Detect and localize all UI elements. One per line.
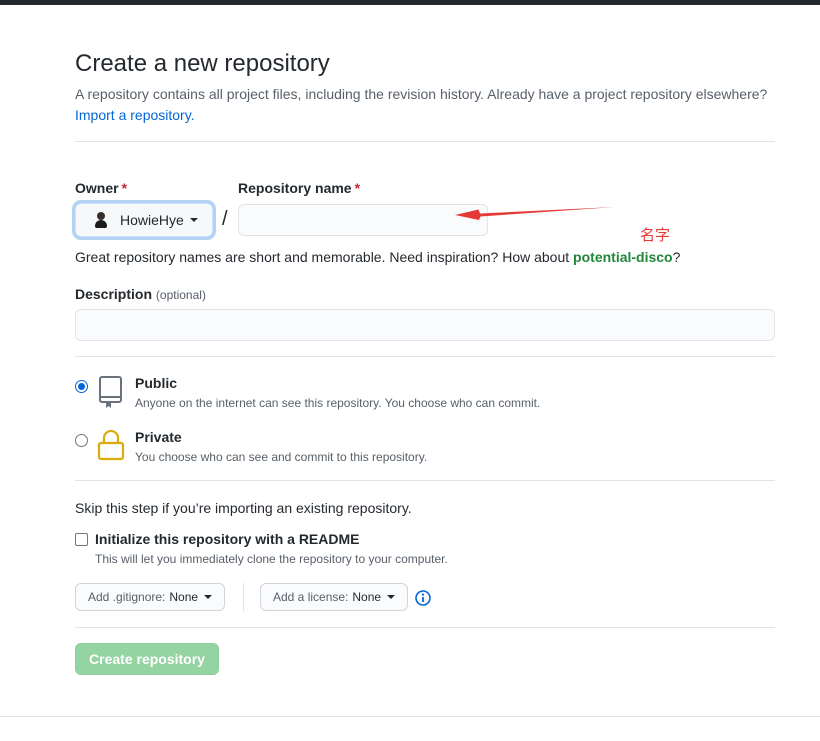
page-subtitle: A repository contains all project files,… [75, 84, 775, 126]
divider [75, 141, 775, 142]
divider [75, 480, 775, 481]
divider [75, 356, 775, 357]
readme-description: This will let you immediately clone the … [95, 552, 448, 566]
skip-step-text: Skip this step if you’re importing an ex… [75, 500, 412, 516]
divider [75, 627, 775, 628]
public-title: Public [135, 375, 178, 391]
owner-dropdown[interactable]: HowieHye [75, 203, 213, 237]
public-description: Anyone on the internet can see this repo… [135, 396, 541, 410]
chevron-down-icon [204, 595, 213, 599]
footer-divider [0, 716, 820, 717]
required-mark: * [121, 180, 128, 196]
repo-icon [99, 376, 122, 408]
create-repository-button[interactable]: Create repository [75, 643, 219, 675]
license-select[interactable]: Add a license: None [260, 583, 409, 611]
public-radio[interactable] [75, 380, 88, 393]
annotation-label: 名字 [640, 227, 671, 244]
name-suggestion[interactable]: potential-disco [573, 249, 673, 265]
info-icon[interactable] [415, 590, 431, 606]
top-bar [0, 0, 820, 5]
private-description: You choose who can see and commit to thi… [135, 450, 428, 464]
required-mark: * [354, 180, 361, 196]
page-title: Create a new repository [75, 50, 330, 77]
private-radio[interactable] [75, 434, 88, 447]
subtitle-text: A repository contains all project files,… [75, 86, 768, 102]
gitignore-select[interactable]: Add .gitignore: None [75, 583, 226, 611]
avatar [94, 212, 108, 228]
description-label: Description (optional) [75, 286, 206, 302]
repository-name-label: Repository name * [238, 180, 361, 196]
chevron-down-icon [387, 595, 396, 599]
private-title: Private [135, 429, 182, 445]
owner-label: Owner * [75, 180, 128, 196]
optional-tag: (optional) [155, 288, 206, 302]
description-input[interactable] [75, 309, 775, 341]
lock-icon [97, 429, 125, 461]
readme-checkbox[interactable] [75, 533, 88, 546]
select-divider [243, 583, 244, 611]
chevron-down-icon [189, 218, 198, 222]
owner-repo-separator: / [222, 208, 228, 230]
repository-name-hint: Great repository names are short and mem… [75, 249, 681, 265]
owner-name: HowieHye [120, 212, 184, 228]
readme-label[interactable]: Initialize this repository with a README [95, 531, 359, 547]
annotation-arrow [455, 207, 615, 220]
import-repository-link[interactable]: Import a repository. [75, 107, 195, 123]
